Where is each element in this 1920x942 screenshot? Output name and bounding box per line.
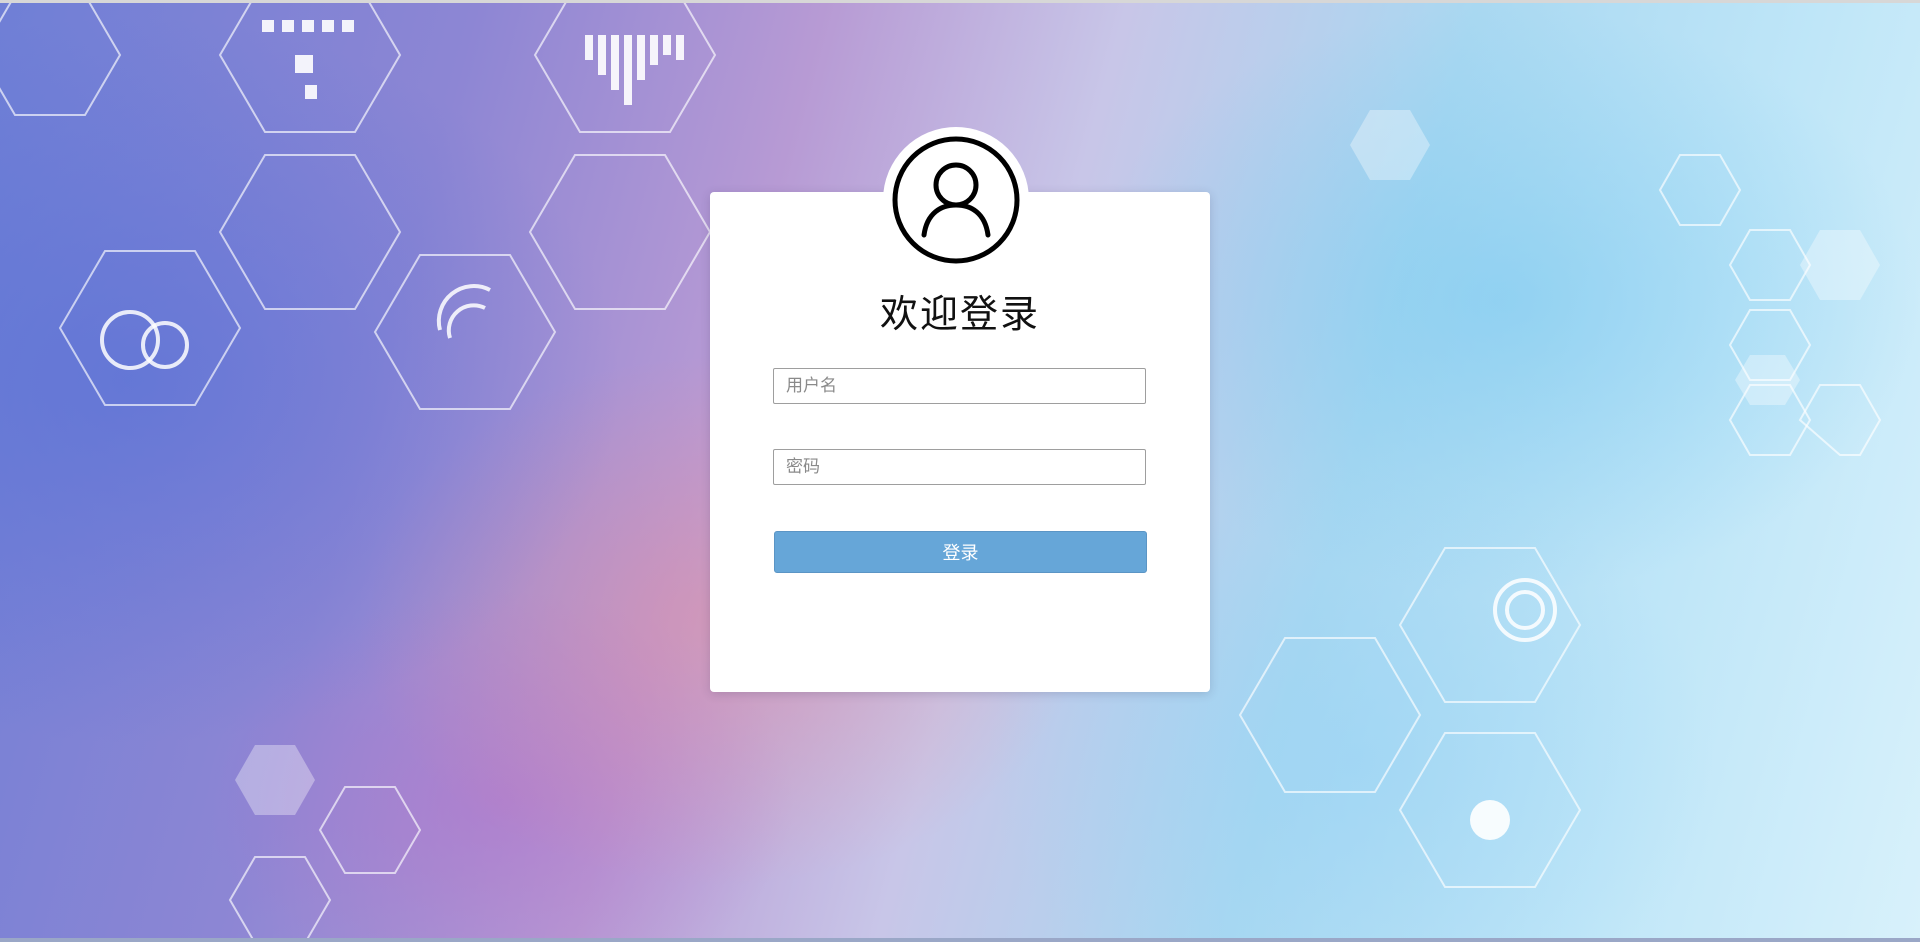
- bottom-border: [0, 938, 1920, 942]
- login-title: 欢迎登录: [879, 292, 1040, 336]
- login-button[interactable]: 登录: [774, 531, 1147, 573]
- username-input[interactable]: [773, 368, 1146, 404]
- top-border: [0, 0, 1920, 3]
- password-input[interactable]: [773, 449, 1146, 485]
- user-avatar-icon: [892, 136, 1020, 264]
